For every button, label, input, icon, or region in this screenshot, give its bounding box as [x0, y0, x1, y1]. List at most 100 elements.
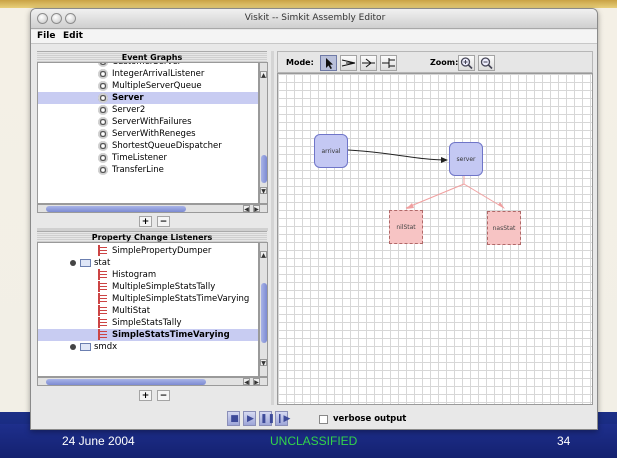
expand-toggle-icon[interactable] — [70, 260, 76, 266]
event-graphs-horizontal-scrollbar[interactable]: ◀ ▶ — [37, 204, 268, 213]
event-graph-gear-icon — [98, 81, 108, 91]
listener-tree-item[interactable]: MultipleSimpleStatsTimeVarying — [38, 293, 258, 305]
verbose-output-label: verbose output — [333, 414, 407, 424]
event-graph-tree-item[interactable]: TransferLine — [38, 164, 258, 176]
listeners-vertical-scrollbar[interactable]: ▲ ▼ — [259, 242, 268, 377]
listener-tree-item[interactable]: Histogram — [38, 269, 258, 281]
listener-item-label: MultipleSimpleStatsTimeVarying — [112, 294, 250, 304]
event-graphs-vertical-scrollbar[interactable]: ▲ ▼ — [259, 62, 268, 204]
mode-label: Mode: — [286, 58, 314, 67]
listener-icon — [98, 329, 107, 340]
event-graph-item-label: Server — [112, 93, 144, 103]
event-graphs-tree[interactable]: CustomerServer IntegerArrivalListener Mult… — [37, 62, 259, 204]
menu-file[interactable]: File — [37, 31, 55, 41]
event-graph-tree-item[interactable]: TimeListener — [38, 152, 258, 164]
menu-bar: File Edit — [31, 30, 597, 44]
listener-edge-server-nasstat[interactable] — [463, 183, 505, 209]
event-graph-gear-icon — [98, 105, 108, 115]
adapter-edge-icon — [341, 59, 356, 67]
listener-icon — [98, 305, 107, 316]
edge-arrowhead-icon — [406, 203, 414, 209]
expand-toggle-icon[interactable] — [70, 344, 76, 350]
zoom-out-button[interactable] — [478, 55, 495, 71]
run-button[interactable]: ▶ — [243, 411, 256, 426]
listener-item-label: stat — [94, 258, 111, 268]
listener-tree-item[interactable]: MultipleSimpleStatsTally — [38, 281, 258, 293]
scroll-down-arrow-icon[interactable]: ▼ — [260, 187, 267, 195]
event-graph-item-label: ServerWithReneges — [112, 129, 196, 139]
title-bar[interactable]: Viskit -- Simkit Assembly Editor — [31, 9, 597, 29]
scroll-left-arrow-icon[interactable]: ◀ — [243, 205, 250, 213]
simulation-controls: ■ ▶ ❚❚ ❙▶ verbose output — [31, 407, 597, 429]
listener-tree-item[interactable]: SimpleStatsTimeVarying — [38, 329, 258, 341]
event-graph-gear-icon — [98, 93, 108, 103]
stop-button[interactable]: ■ — [227, 411, 240, 426]
event-graph-tree-item[interactable]: ServerWithReneges — [38, 128, 258, 140]
add-listener-button[interactable]: + — [139, 390, 152, 401]
assembly-editor-window: Viskit -- Simkit Assembly Editor File Ed… — [30, 8, 598, 430]
step-button[interactable]: ❙▶ — [275, 411, 290, 426]
event-graph-tree-item[interactable]: ShortestQueueDispatcher — [38, 140, 258, 152]
event-graph-item-label: Server2 — [112, 105, 146, 115]
event-graph-tree-item[interactable]: IntegerArrivalListener — [38, 68, 258, 80]
listener-item-label: smdx — [94, 342, 118, 352]
assembly-canvas[interactable]: arrival server nilStat nasStat — [277, 73, 593, 405]
menu-edit[interactable]: Edit — [63, 31, 83, 41]
event-graph-gear-icon — [98, 165, 108, 175]
event-graph-item-label: ShortestQueueDispatcher — [112, 141, 222, 151]
listener-node-nasstat[interactable]: nasStat — [487, 211, 521, 245]
zoom-in-button[interactable] — [458, 55, 475, 71]
slide-page-number: 34 — [557, 434, 571, 448]
pointer-arrow-icon — [326, 58, 333, 69]
scroll-right-arrow-icon[interactable]: ▶ — [253, 378, 260, 386]
add-event-graph-button[interactable]: + — [139, 216, 152, 227]
listener-node-nilstat[interactable]: nilStat — [389, 210, 423, 244]
event-graph-gear-icon — [98, 153, 108, 163]
scroll-left-arrow-icon[interactable]: ◀ — [243, 378, 250, 386]
scroll-thumb[interactable] — [46, 206, 186, 212]
event-node-arrival[interactable]: arrival — [314, 134, 348, 168]
remove-listener-button[interactable]: − — [157, 390, 170, 401]
scroll-up-arrow-icon[interactable]: ▲ — [260, 71, 267, 79]
event-graph-item-label: TimeListener — [112, 153, 168, 163]
folder-icon — [80, 259, 91, 267]
event-node-server[interactable]: server — [449, 142, 483, 176]
main-split-divider[interactable] — [271, 51, 274, 405]
listener-tree-item[interactable]: SimplePropertyDumper — [38, 245, 258, 257]
listener-tree-item[interactable]: SimpleStatsTally — [38, 317, 258, 329]
slide-date: 24 June 2004 — [62, 434, 135, 448]
listeners-horizontal-scrollbar[interactable]: ◀ ▶ — [37, 377, 268, 386]
listener-edge-icon — [362, 58, 375, 68]
property-edge-icon — [382, 58, 395, 68]
event-graph-tree-item[interactable]: ServerWithFailures — [38, 116, 258, 128]
adapter-connect-mode-button[interactable] — [340, 55, 357, 71]
listener-tree-item[interactable]: stat — [38, 257, 258, 269]
scroll-thumb[interactable] — [46, 379, 206, 385]
event-graph-gear-icon — [98, 129, 108, 139]
scroll-down-arrow-icon[interactable]: ▼ — [260, 359, 267, 367]
event-graph-tree-item[interactable]: Server2 — [38, 104, 258, 116]
listener-icon — [98, 245, 107, 256]
listener-tree-item[interactable]: smdx — [38, 341, 258, 353]
scroll-thumb[interactable] — [261, 283, 267, 343]
scroll-up-arrow-icon[interactable]: ▲ — [260, 251, 267, 259]
listener-connect-mode-button[interactable] — [360, 55, 377, 71]
listener-tree-item[interactable]: MultiStat — [38, 305, 258, 317]
property-listener-mode-button[interactable] — [380, 55, 397, 71]
window-title: Viskit -- Simkit Assembly Editor — [244, 13, 386, 23]
event-graph-tree-item[interactable]: Server — [38, 92, 258, 104]
scroll-right-arrow-icon[interactable]: ▶ — [253, 205, 260, 213]
pause-icon: ❚❚ — [260, 414, 276, 424]
verbose-output-checkbox[interactable] — [319, 415, 328, 424]
property-change-listeners-tree[interactable]: SimplePropertyDumper stat Histogram Multipl… — [37, 242, 259, 377]
folder-icon — [80, 343, 91, 351]
select-mode-button[interactable] — [320, 55, 337, 71]
event-graph-tree-item[interactable]: MultipleServerQueue — [38, 80, 258, 92]
adapter-edge-arrival-server[interactable] — [347, 149, 447, 161]
event-graphs-header: Event Graphs — [37, 51, 267, 62]
stop-icon: ■ — [230, 414, 239, 424]
remove-event-graph-button[interactable]: − — [157, 216, 170, 227]
pause-button[interactable]: ❚❚ — [259, 411, 276, 426]
listener-edge-server-nilstat[interactable] — [405, 176, 465, 209]
scroll-thumb[interactable] — [261, 155, 267, 183]
